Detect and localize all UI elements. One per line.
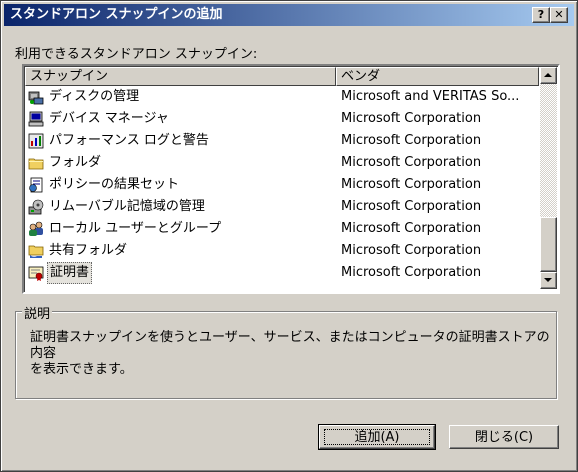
list-item-policy-results[interactable]: ポリシーの結果セット Microsoft Corporation [25, 174, 537, 196]
performance-logs-icon [28, 133, 44, 149]
snapin-name: 証明書 [47, 262, 93, 284]
list-item-removable-storage[interactable]: リムーバブル記憶域の管理 Microsoft Corporation [25, 196, 537, 218]
close-window-button[interactable]: ✕ [550, 7, 568, 23]
list-item-certificates[interactable]: 証明書 Microsoft Corporation [25, 262, 537, 284]
snapin-vendor: Microsoft Corporation [341, 133, 482, 148]
title-bar[interactable]: スタンドアロン スナップインの追加 ? ✕ [4, 4, 574, 26]
shared-folder-icon [28, 245, 44, 258]
device-manager-icon [28, 111, 44, 127]
snapin-vendor: Microsoft Corporation [341, 177, 482, 192]
removable-storage-icon [28, 199, 44, 215]
close-button[interactable]: 閉じる(C) [449, 425, 559, 449]
snapin-vendor: Microsoft Corporation [341, 265, 482, 280]
add-standalone-snapin-dialog: スタンドアロン スナップインの追加 ? ✕ 利用できるスタンドアロン スナップイ… [0, 0, 578, 472]
disk-management-icon [28, 91, 44, 105]
available-snapins-label: 利用できるスタンドアロン スナップイン: [15, 47, 258, 62]
vertical-scrollbar[interactable] [540, 67, 557, 289]
local-users-icon [29, 221, 43, 236]
close-button-label: 閉じる(C) [474, 430, 534, 445]
list-header: スナップイン ベンダ [25, 67, 539, 86]
snapin-name: 共有フォルダ [49, 243, 128, 258]
list-item-folder[interactable]: フォルダ Microsoft Corporation [25, 152, 537, 174]
help-button[interactable]: ? [532, 7, 550, 23]
window-title: スタンドアロン スナップインの追加 [10, 7, 223, 22]
snapin-vendor: Microsoft Corporation [341, 155, 482, 170]
snapin-name: デバイス マネージャ [49, 111, 169, 126]
snapin-vendor: Microsoft Corporation [341, 243, 482, 258]
snapin-name: パフォーマンス ログと警告 [49, 133, 209, 148]
snapin-name: ローカル ユーザーとグループ [49, 221, 222, 236]
policy-results-icon [29, 177, 43, 193]
folder-icon [28, 158, 44, 170]
scroll-up-button[interactable] [540, 67, 557, 84]
snapin-vendor: Microsoft Corporation [341, 111, 482, 126]
snapin-list[interactable]: スナップイン ベンダ ディスクの管理 Microsoft and VERITAS… [22, 64, 560, 294]
list-item-local-users[interactable]: ローカル ユーザーとグループ Microsoft Corporation [25, 218, 537, 240]
certificate-icon [28, 266, 44, 281]
snapin-vendor: Microsoft Corporation [341, 199, 482, 214]
list-item-disk-management[interactable]: ディスクの管理 Microsoft and VERITAS So... [25, 86, 537, 108]
snapin-name: フォルダ [49, 155, 102, 170]
snapin-name: ポリシーの結果セット [49, 177, 180, 192]
list-item-shared-folder[interactable]: 共有フォルダ Microsoft Corporation [25, 240, 537, 262]
focus-rectangle [324, 429, 430, 445]
snapin-vendor: Microsoft and VERITAS So... [341, 89, 520, 104]
snapin-name: リムーバブル記憶域の管理 [49, 199, 205, 214]
description-group: 説明 証明書スナップインを使うとユーザー、サービス、またはコンピュータの証明書ス… [15, 303, 557, 399]
scroll-down-button[interactable] [540, 272, 557, 289]
scroll-thumb[interactable] [540, 217, 557, 272]
chevron-down-icon [544, 278, 552, 282]
snapin-name: ディスクの管理 [49, 89, 140, 104]
add-button[interactable]: 追加(A) [318, 424, 436, 450]
column-header-vendor[interactable]: ベンダ [336, 67, 539, 86]
list-item-performance-logs[interactable]: パフォーマンス ログと警告 Microsoft Corporation [25, 130, 537, 152]
snapin-vendor: Microsoft Corporation [341, 221, 482, 236]
chevron-up-icon [544, 73, 552, 77]
column-header-snapin[interactable]: スナップイン [25, 67, 336, 86]
description-text: 証明書スナップインを使うとユーザー、サービス、またはコンピュータの証明書ストアの… [30, 330, 550, 377]
list-item-device-manager[interactable]: デバイス マネージャ Microsoft Corporation [25, 108, 537, 130]
description-label: 説明 [22, 303, 53, 322]
